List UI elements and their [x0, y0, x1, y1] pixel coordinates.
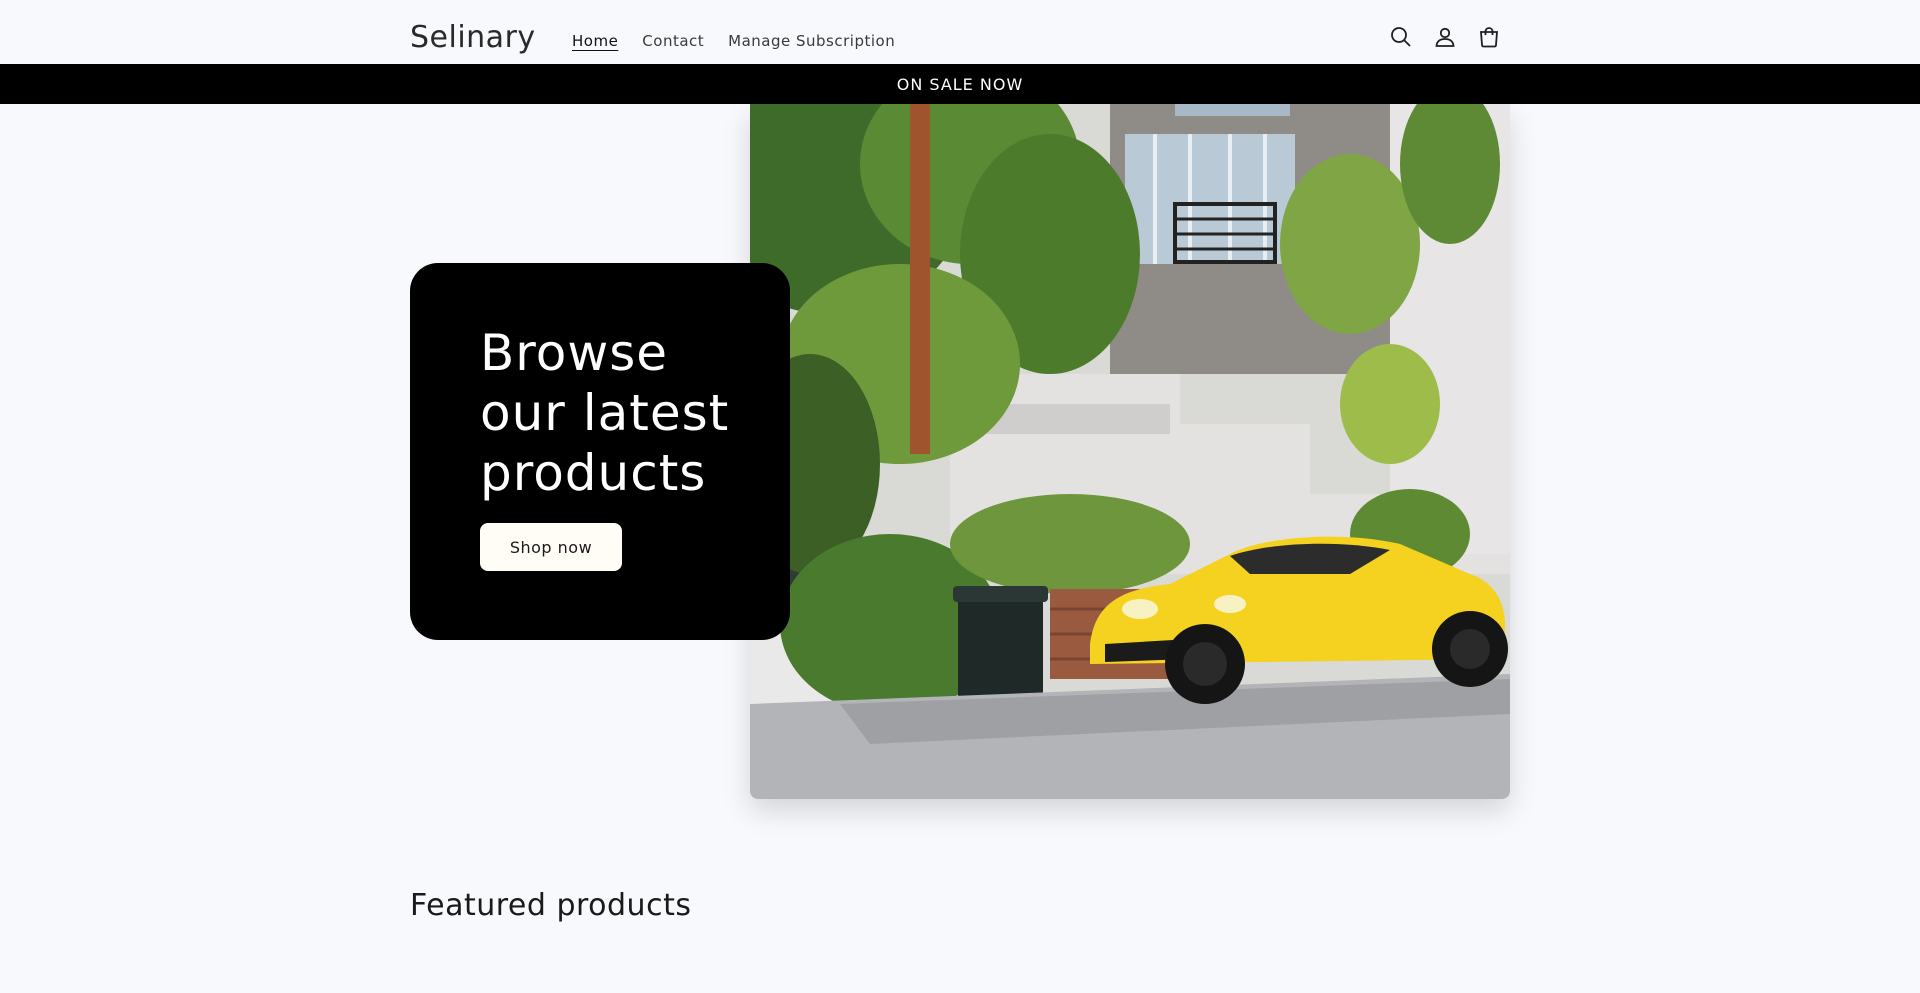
- hero-card: Browse our latest products Shop now: [410, 263, 790, 640]
- site-logo[interactable]: Selinary: [410, 20, 536, 55]
- header-icons: [1388, 24, 1502, 50]
- nav-link-home[interactable]: Home: [572, 32, 618, 50]
- nav-link-contact[interactable]: Contact: [642, 32, 704, 50]
- site-header: Selinary Home Contact Manage Subscriptio…: [0, 0, 1920, 64]
- shop-now-button[interactable]: Shop now: [480, 523, 622, 571]
- account-icon[interactable]: [1432, 24, 1458, 50]
- featured-products-title: Featured products: [410, 888, 692, 923]
- hero-image: [750, 104, 1510, 799]
- search-icon[interactable]: [1388, 24, 1414, 50]
- announcement-bar: ON SALE NOW: [0, 64, 1920, 104]
- hero-title: Browse our latest products: [480, 324, 730, 502]
- announcement-text: ON SALE NOW: [896, 74, 1024, 94]
- cart-icon[interactable]: [1476, 24, 1502, 50]
- nav-link-manage-subscription[interactable]: Manage Subscription: [728, 32, 895, 50]
- main-nav: Home Contact Manage Subscription: [572, 32, 895, 50]
